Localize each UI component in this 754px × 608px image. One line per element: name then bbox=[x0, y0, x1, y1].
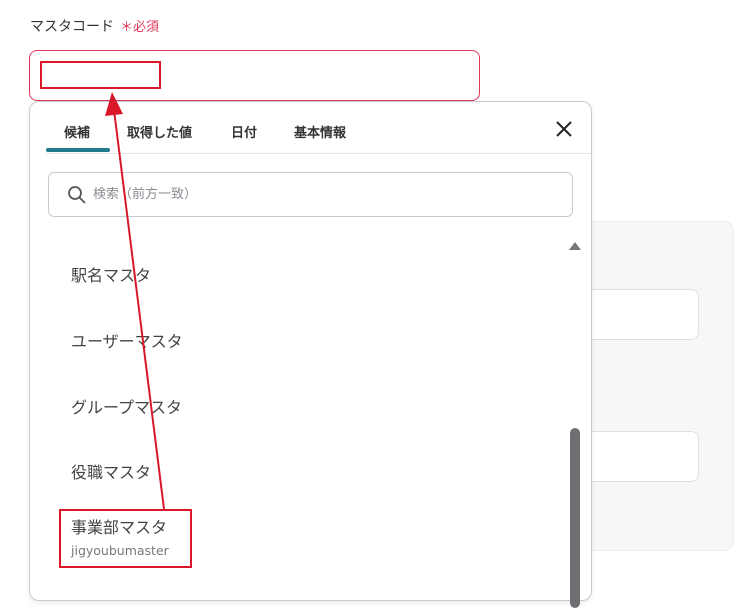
annotation-highlight-input bbox=[40, 61, 161, 89]
required-badge: ＊必須 bbox=[120, 20, 160, 35]
tab-candidates[interactable]: 候補 bbox=[64, 122, 90, 141]
tab-date[interactable]: 日付 bbox=[231, 122, 257, 141]
list-item[interactable]: グループマスタ bbox=[71, 394, 182, 418]
scrollbar[interactable] bbox=[566, 238, 581, 608]
annotation-highlight-item bbox=[59, 509, 192, 568]
search-input[interactable] bbox=[93, 187, 533, 202]
close-icon[interactable] bbox=[553, 118, 575, 140]
tab-basic-info[interactable]: 基本情報 bbox=[294, 122, 346, 141]
search-box[interactable] bbox=[48, 172, 573, 217]
tab-bar: 候補 取得した値 日付 基本情報 bbox=[46, 102, 591, 154]
list-item[interactable]: 駅名マスタ bbox=[71, 262, 151, 286]
scroll-up-icon[interactable] bbox=[569, 242, 581, 250]
field-label: マスタコード bbox=[30, 19, 114, 35]
tab-fetched-values[interactable]: 取得した値 bbox=[127, 122, 192, 141]
list-item[interactable]: 役職マスタ bbox=[71, 459, 151, 483]
field-label-row: マスタコード ＊必須 bbox=[30, 16, 159, 36]
list-item[interactable]: ユーザーマスタ bbox=[71, 328, 183, 352]
scroll-thumb[interactable] bbox=[570, 428, 580, 608]
search-icon bbox=[68, 185, 86, 204]
active-tab-indicator bbox=[46, 148, 110, 152]
